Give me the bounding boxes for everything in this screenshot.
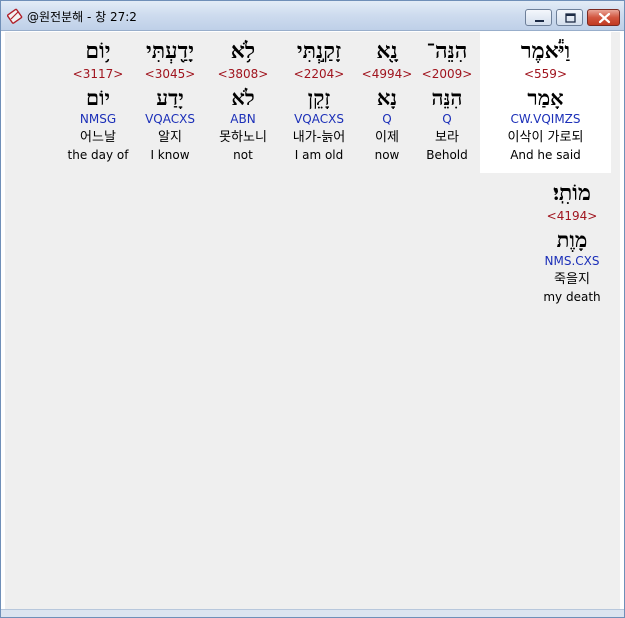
- minimize-button[interactable]: [525, 9, 552, 26]
- morphology-code[interactable]: VQACXS: [282, 110, 356, 128]
- english-gloss: And he said: [510, 148, 581, 162]
- lemma-word: יָדַע: [156, 85, 184, 110]
- korean-gloss: 보라: [435, 130, 459, 145]
- morphology-code[interactable]: VQACXS: [137, 110, 203, 128]
- hebrew-word: הִנֵּה־: [426, 38, 468, 64]
- lemma-word: זָקֵן: [307, 85, 331, 110]
- hebrew-word: יָדַ֖עְתִּי: [146, 38, 194, 64]
- lemma-word: יוֹם: [86, 85, 110, 110]
- maximize-icon: [565, 13, 576, 23]
- word-cell[interactable]: יָדַ֖עְתִּי <3045> יָדַע VQACXS 알지 I kno…: [137, 32, 203, 173]
- interlinear-view: וַיֹּ֕אמֶר <559> אָמַר CW.VQIMZS 이삭이 가로되…: [5, 32, 620, 609]
- hebrew-word: לֹ֥א: [230, 38, 256, 64]
- window-title: @원전분해 - 창 27:2: [27, 10, 137, 24]
- morphology-code[interactable]: Q: [417, 110, 477, 128]
- morphology-code[interactable]: NMS.CXS: [537, 252, 607, 270]
- strong-number[interactable]: <2009>: [417, 64, 477, 84]
- hebrew-word: זָקַ֣נְתִּי: [296, 38, 342, 64]
- morphology-code[interactable]: NMSG: [63, 110, 133, 128]
- hebrew-word: נָ֖א: [376, 38, 398, 64]
- hebrew-word: וַיֹּ֕אמֶר: [520, 38, 571, 64]
- korean-gloss: 알지: [158, 130, 182, 145]
- lemma-word: הִנֵּה: [431, 85, 463, 110]
- close-icon: [598, 12, 611, 24]
- lemma-word: אָמַר: [527, 85, 564, 110]
- word-cell[interactable]: הִנֵּה־ <2009> הִנֵּה Q 보라 Behold: [417, 32, 477, 173]
- strong-number[interactable]: <4194>: [537, 206, 607, 226]
- hebrew-word: מוֹתִֽי׃: [553, 180, 591, 206]
- word-cell[interactable]: מוֹתִֽי׃ <4194> מָוֶת NMS.CXS 죽을지 my dea…: [537, 174, 607, 315]
- korean-gloss: 내가-늙어: [292, 130, 346, 145]
- morphology-code[interactable]: CW.VQIMZS: [480, 110, 611, 128]
- strong-number[interactable]: <559>: [480, 64, 611, 84]
- english-gloss: I know: [150, 148, 190, 162]
- word-cell[interactable]: נָ֖א <4994> נָא Q 이제 now: [359, 32, 415, 173]
- title-bar[interactable]: @원전분해 - 창 27:2: [1, 1, 624, 31]
- korean-gloss: 못하노니: [219, 130, 267, 145]
- strong-number[interactable]: <2204>: [282, 64, 356, 84]
- maximize-button[interactable]: [556, 9, 583, 26]
- korean-gloss: 이삭이 가로되: [507, 130, 584, 145]
- morphology-code[interactable]: Q: [359, 110, 415, 128]
- close-button[interactable]: [587, 9, 620, 26]
- hebrew-word: י֥וֹם: [85, 38, 111, 64]
- english-gloss: I am old: [294, 148, 344, 162]
- strong-number[interactable]: <3808>: [208, 64, 278, 84]
- lemma-word: נָא: [376, 85, 398, 110]
- korean-gloss: 죽을지: [554, 272, 590, 287]
- word-cell[interactable]: זָקַ֣נְתִּי <2204> זָקֵן VQACXS 내가-늙어 I …: [282, 32, 356, 173]
- strong-number[interactable]: <3045>: [137, 64, 203, 84]
- english-gloss: the day of: [67, 148, 129, 162]
- word-cell[interactable]: וַיֹּ֕אמֶר <559> אָמַר CW.VQIMZS 이삭이 가로되…: [480, 32, 611, 173]
- word-cell[interactable]: לֹ֥א <3808> לֹא ABN 못하노니 not: [208, 32, 278, 173]
- strong-number[interactable]: <3117>: [63, 64, 133, 84]
- lemma-word: לֹא: [231, 85, 255, 110]
- word-cell[interactable]: י֥וֹם <3117> יוֹם NMSG 어느날 the day of: [63, 32, 133, 173]
- korean-gloss: 어느날: [80, 130, 116, 145]
- status-bar: [1, 609, 624, 617]
- lemma-word: מָוֶת: [556, 227, 588, 252]
- english-gloss: my death: [543, 290, 601, 304]
- morphology-code[interactable]: ABN: [208, 110, 278, 128]
- english-gloss: Behold: [426, 148, 468, 162]
- minimize-icon: [535, 20, 544, 22]
- english-gloss: not: [233, 148, 253, 162]
- english-gloss: now: [374, 148, 400, 162]
- strong-number[interactable]: <4994>: [359, 64, 415, 84]
- app-logo-icon: [6, 8, 23, 24]
- korean-gloss: 이제: [375, 130, 399, 145]
- app-window: @원전분해 - 창 27:2 וַיֹּ֕אמֶר <559> אָמַר CW…: [0, 0, 625, 618]
